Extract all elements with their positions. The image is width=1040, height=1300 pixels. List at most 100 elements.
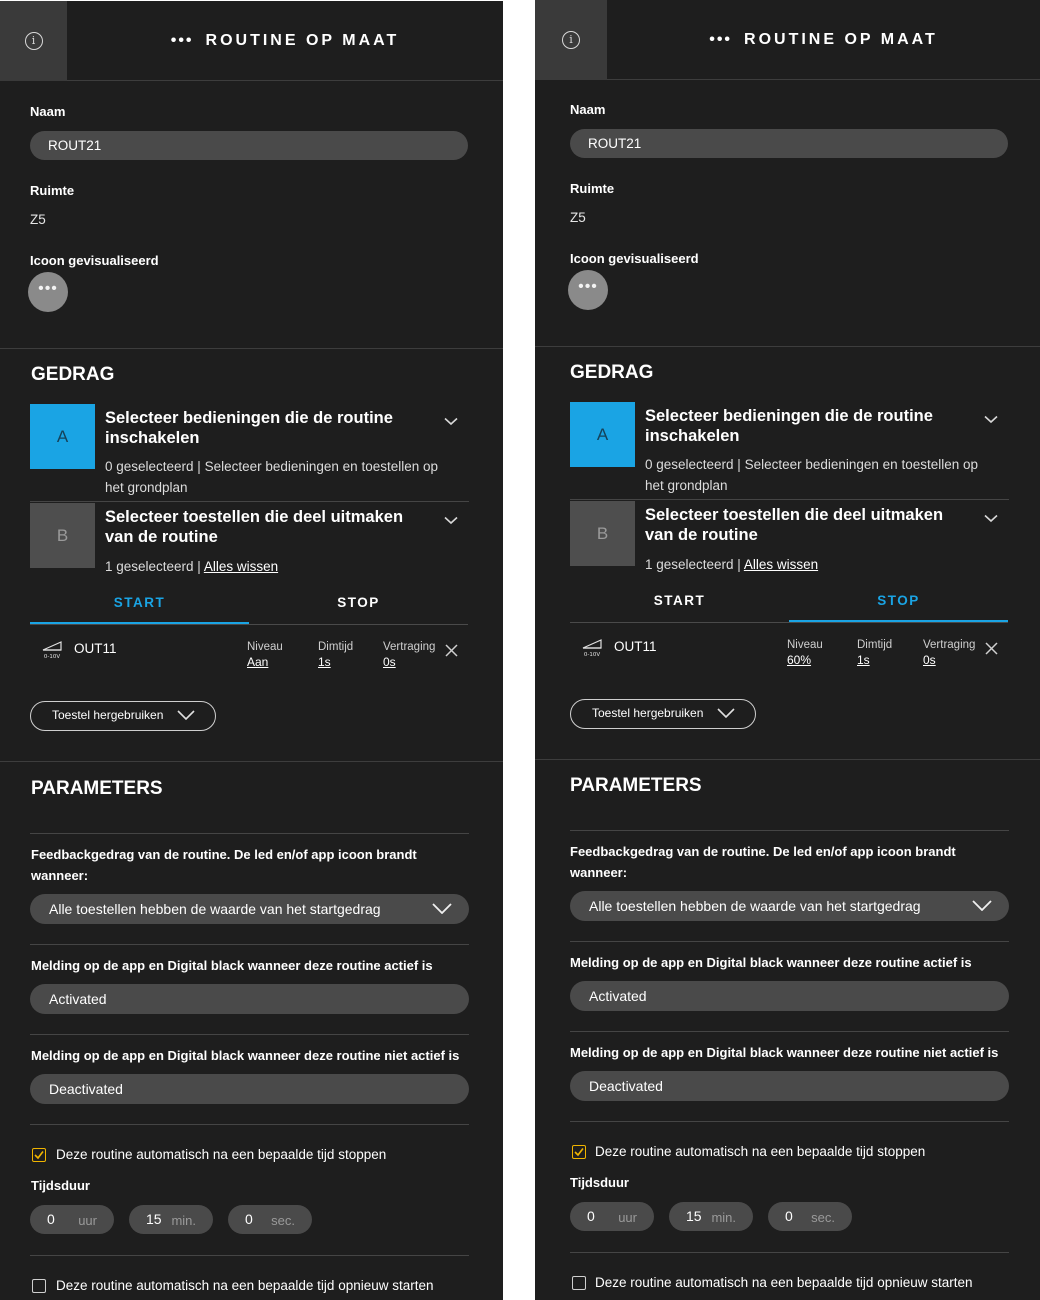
param-divider	[570, 941, 1009, 942]
selected-count: 1 geselecteerd |	[645, 557, 744, 572]
info-button[interactable]: i	[0, 1, 67, 81]
accordion-b-title[interactable]: Selecteer toestellen die deel uitmaken v…	[645, 505, 965, 545]
vertraging-label: Vertraging	[383, 641, 436, 653]
feedback-select-value: Alle toestellen hebben de waarde van het…	[589, 898, 921, 914]
duration-seconds-value: 0	[785, 1208, 793, 1224]
dimtijd-value[interactable]: 1s	[857, 653, 870, 667]
naam-input[interactable]: ROUT21	[570, 129, 1008, 158]
icon-picker-button[interactable]: •••	[28, 272, 68, 312]
duration-minutes-input[interactable]: 15 min.	[669, 1202, 753, 1231]
reuse-device-dropdown[interactable]: Toestel hergebruiken	[570, 699, 756, 729]
niveau-value[interactable]: 60%	[787, 653, 811, 667]
chevron-down-icon[interactable]	[444, 417, 458, 426]
auto-stop-checkbox[interactable]	[572, 1145, 586, 1159]
info-button[interactable]: i	[535, 0, 607, 80]
chevron-down-icon[interactable]	[984, 514, 998, 523]
ruimte-value: Z5	[30, 212, 46, 227]
tab-stop[interactable]: STOP	[789, 589, 1008, 623]
naam-input[interactable]: ROUT21	[30, 131, 468, 160]
step-b-badge: B	[30, 503, 95, 568]
duration-minutes-unit: min.	[171, 1213, 196, 1228]
clear-all-link[interactable]: Alles wissen	[744, 557, 818, 572]
tab-stop[interactable]: STOP	[249, 591, 468, 625]
chevron-down-icon	[972, 900, 992, 911]
remove-device-close-icon[interactable]	[985, 642, 998, 655]
ruimte-label: Ruimte	[570, 181, 615, 196]
auto-restart-checkbox[interactable]	[572, 1276, 586, 1290]
vertraging-value[interactable]: 0s	[383, 655, 396, 669]
reuse-device-dropdown[interactable]: Toestel hergebruiken	[30, 701, 216, 731]
accordion-a-title[interactable]: Selecteer bedieningen die de routine ins…	[105, 408, 425, 448]
remove-device-close-icon[interactable]	[445, 644, 458, 657]
icon-picker-button[interactable]: •••	[568, 270, 608, 310]
param-divider	[30, 1034, 469, 1035]
param-divider	[570, 1252, 1009, 1253]
tab-start[interactable]: START	[30, 591, 249, 625]
accordion-a-title[interactable]: Selecteer bedieningen die de routine ins…	[645, 406, 965, 446]
duration-seconds-input[interactable]: 0 sec.	[228, 1205, 312, 1234]
melding-actief-label: Melding op de app en Digital black wanne…	[570, 955, 972, 970]
device-name: OUT11	[614, 639, 657, 654]
section-divider	[0, 761, 503, 762]
auto-restart-checkbox[interactable]	[32, 1279, 46, 1293]
duration-minutes-unit: min.	[711, 1210, 736, 1225]
melding-actief-label: Melding op de app en Digital black wanne…	[31, 958, 433, 973]
info-icon: i	[24, 32, 43, 50]
niveau-label: Niveau	[787, 639, 823, 651]
niveau-column: Niveau 60%	[787, 638, 823, 669]
step-a-badge: A	[570, 402, 635, 467]
accordion-b-title[interactable]: Selecteer toestellen die deel uitmaken v…	[105, 507, 425, 547]
step-b-badge: B	[570, 501, 635, 566]
dimtijd-value[interactable]: 1s	[318, 655, 331, 669]
page-title: ••• ROUTINE OP MAAT	[607, 0, 1040, 80]
ruimte-value: Z5	[570, 210, 586, 225]
feedback-label: Feedbackgedrag van de routine. De led en…	[31, 847, 417, 883]
section-divider	[535, 346, 1040, 347]
accordion-b-subtitle: 1 geselecteerd | Alles wissen	[645, 554, 980, 575]
auto-stop-checkbox[interactable]	[32, 1148, 46, 1162]
duration-seconds-input[interactable]: 0 sec.	[768, 1202, 852, 1231]
duration-hours-input[interactable]: 0 uur	[30, 1205, 114, 1234]
param-divider	[30, 1124, 469, 1125]
vertraging-label: Vertraging	[923, 639, 976, 651]
melding-niet-actief-select[interactable]: Deactivated	[30, 1074, 469, 1104]
tab-start[interactable]: START	[570, 589, 789, 623]
tijdsduur-label: Tijdsduur	[570, 1175, 629, 1190]
param-divider	[570, 1031, 1009, 1032]
dimtijd-column: Dimtijd 1s	[318, 640, 353, 671]
param-divider	[570, 830, 1009, 831]
melding-niet-actief-select[interactable]: Deactivated	[570, 1071, 1009, 1101]
gedrag-heading: GEDRAG	[31, 364, 115, 385]
niveau-label: Niveau	[247, 641, 283, 653]
parameters-heading: PARAMETERS	[31, 778, 163, 799]
section-divider	[0, 348, 503, 349]
vertraging-column: Vertraging 0s	[383, 640, 435, 671]
feedback-select[interactable]: Alle toestellen hebben de waarde van het…	[570, 891, 1009, 921]
melding-actief-select[interactable]: Activated	[30, 984, 469, 1014]
page-title-text: ROUTINE OP MAAT	[744, 31, 938, 48]
auto-stop-label: Deze routine automatisch na een bepaalde…	[595, 1144, 926, 1159]
auto-stop-label: Deze routine automatisch na een bepaalde…	[56, 1147, 387, 1162]
chevron-down-icon	[717, 708, 735, 718]
niveau-column: Niveau Aan	[247, 640, 283, 671]
chevron-down-icon[interactable]	[984, 415, 998, 424]
duration-minutes-input[interactable]: 15 min.	[129, 1205, 213, 1234]
duration-seconds-value: 0	[245, 1211, 253, 1227]
device-icon-caption: 0-10V	[584, 652, 600, 658]
clear-all-link[interactable]: Alles wissen	[204, 559, 278, 574]
dimtijd-label: Dimtijd	[857, 639, 893, 651]
vertraging-column: Vertraging 0s	[923, 638, 975, 669]
niveau-value[interactable]: Aan	[247, 655, 268, 669]
dimtijd-label: Dimtijd	[318, 641, 354, 653]
duration-hours-input[interactable]: 0 uur	[570, 1202, 654, 1231]
duration-minutes-value: 15	[686, 1208, 702, 1224]
feedback-select[interactable]: Alle toestellen hebben de waarde van het…	[30, 894, 469, 924]
melding-actief-select[interactable]: Activated	[570, 981, 1009, 1011]
info-icon: i	[562, 31, 580, 49]
step-a-badge: A	[30, 404, 95, 469]
duration-seconds-unit: sec.	[811, 1210, 835, 1225]
feedback-label: Feedbackgedrag van de routine. De led en…	[570, 844, 956, 880]
chevron-down-icon[interactable]	[444, 516, 458, 525]
duration-seconds-unit: sec.	[271, 1213, 295, 1228]
vertraging-value[interactable]: 0s	[923, 653, 936, 667]
